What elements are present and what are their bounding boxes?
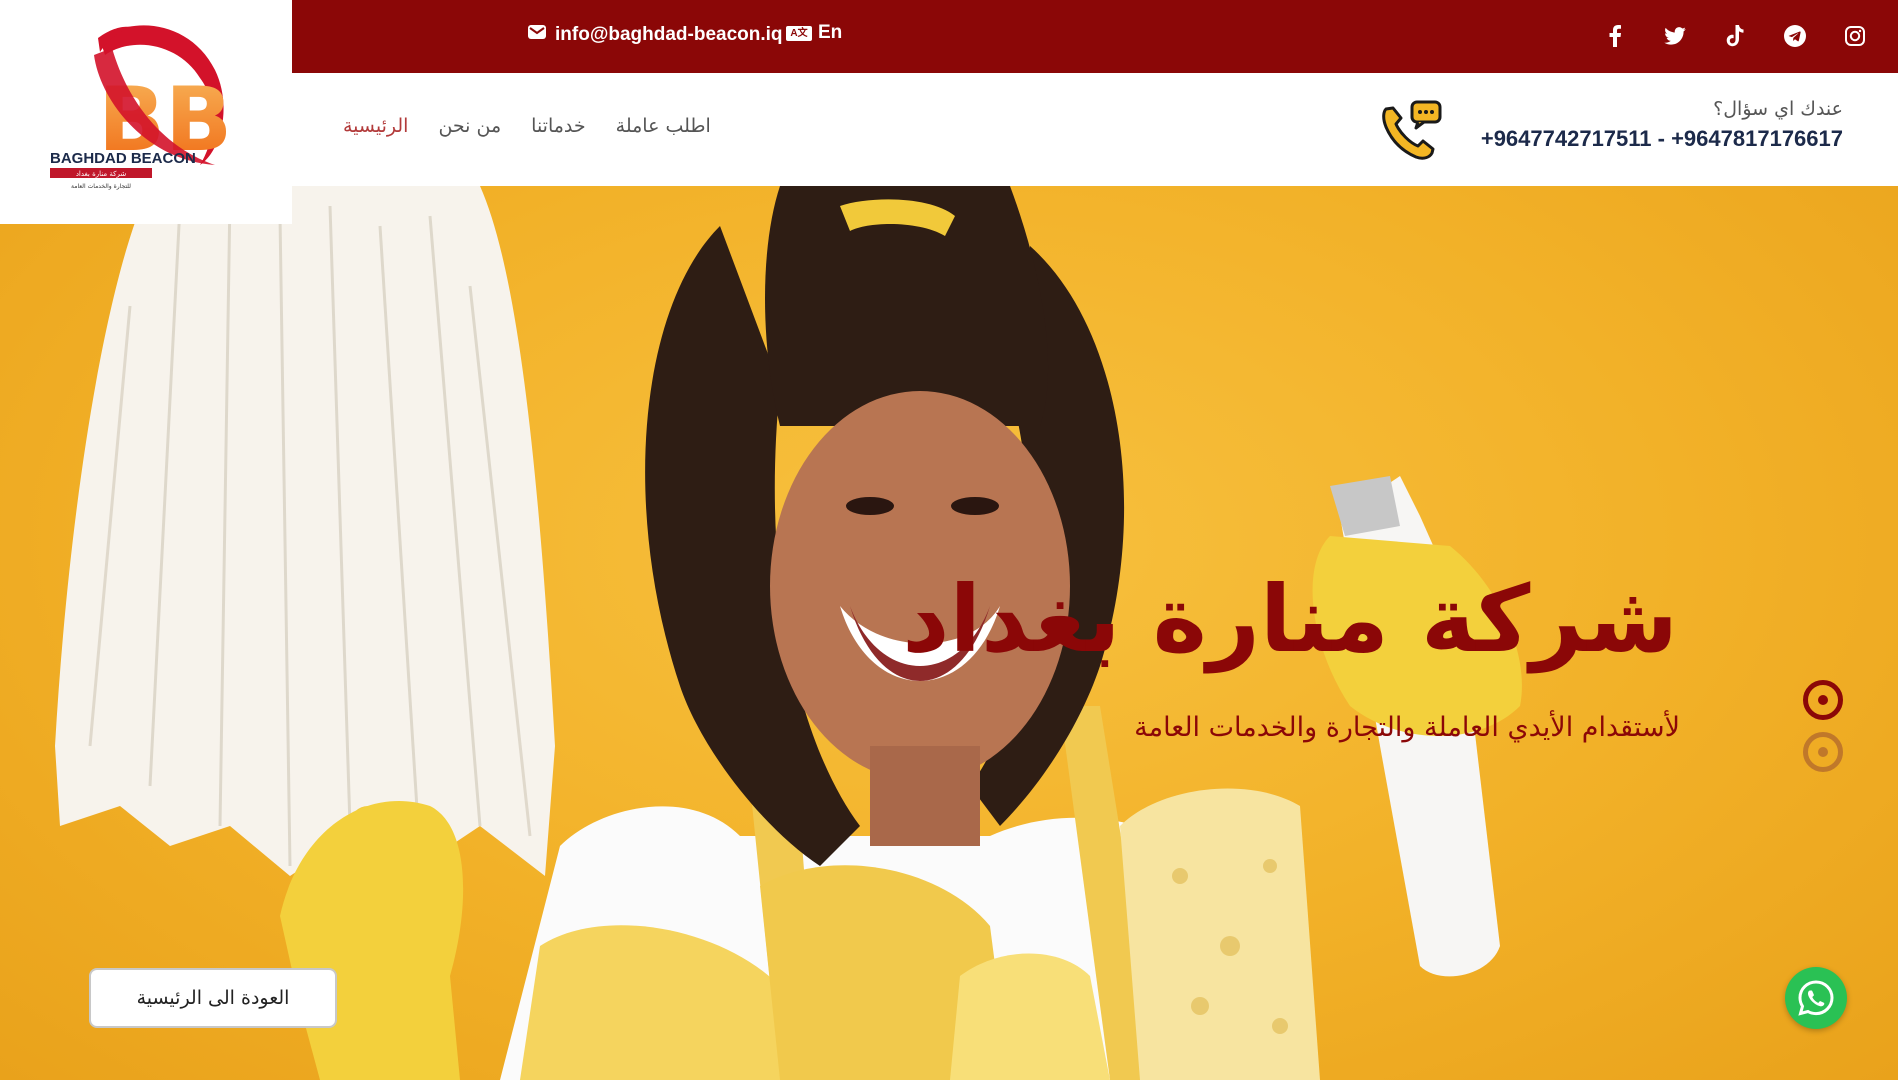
contact-question: عندك اي سؤال؟ — [1713, 98, 1843, 120]
instagram-icon[interactable] — [1842, 18, 1868, 54]
whatsapp-icon — [1798, 980, 1834, 1016]
email-text: info@baghdad-beacon.iq — [555, 24, 783, 45]
whatsapp-button[interactable] — [1785, 967, 1847, 1029]
language-switch[interactable]: A文 En — [786, 22, 842, 44]
nav-item-request-worker[interactable]: اطلب عاملة — [616, 115, 711, 137]
nav-item-about[interactable]: من نحن — [438, 115, 501, 137]
language-label: En — [818, 22, 843, 43]
email-icon — [527, 22, 547, 48]
slider-dot-2[interactable] — [1803, 732, 1843, 772]
logo-mark: BB BAGHDAD BEACON شركة منارة بغداد للتجا… — [50, 25, 232, 190]
nav-item-services[interactable]: خدماتنا — [531, 115, 586, 137]
tiktok-icon[interactable] — [1722, 18, 1748, 54]
telegram-icon[interactable] — [1782, 18, 1808, 54]
logo-tagline: للتجارة والخدمات العامة — [71, 183, 131, 190]
hero-title: شركة منارة بغداد — [902, 566, 1678, 673]
slider-dot-1[interactable] — [1803, 680, 1843, 720]
hero-subtitle: لأستقدام الأيدي العاملة والتجارة والخدما… — [1134, 712, 1680, 743]
email-link[interactable]: info@baghdad-beacon.iq — [527, 22, 783, 48]
back-to-home-button[interactable]: العودة الى الرئيسية — [89, 968, 337, 1028]
logo-brand-ar: شركة منارة بغداد — [76, 170, 127, 178]
phone-chat-icon — [1382, 100, 1442, 160]
nav-menu: الرئيسية من نحن خدماتنا اطلب عاملة — [343, 115, 711, 137]
nav-item-home[interactable]: الرئيسية — [343, 115, 408, 137]
contact-info: عندك اي سؤال؟ +9647742717511 - +96478171… — [1481, 98, 1843, 152]
facebook-icon[interactable] — [1602, 18, 1628, 54]
social-links — [1602, 18, 1868, 54]
logo-brand-en: BAGHDAD BEACON — [50, 150, 196, 167]
twitter-icon[interactable] — [1662, 18, 1688, 54]
hero-slider: شركة منارة بغداد لأستقدام الأيدي العاملة… — [0, 186, 1898, 1080]
contact-phones[interactable]: +9647742717511 - +9647817176617 — [1481, 126, 1843, 152]
translate-icon: A文 — [786, 25, 812, 41]
site-logo[interactable]: BB BAGHDAD BEACON شركة منارة بغداد للتجا… — [0, 0, 292, 224]
